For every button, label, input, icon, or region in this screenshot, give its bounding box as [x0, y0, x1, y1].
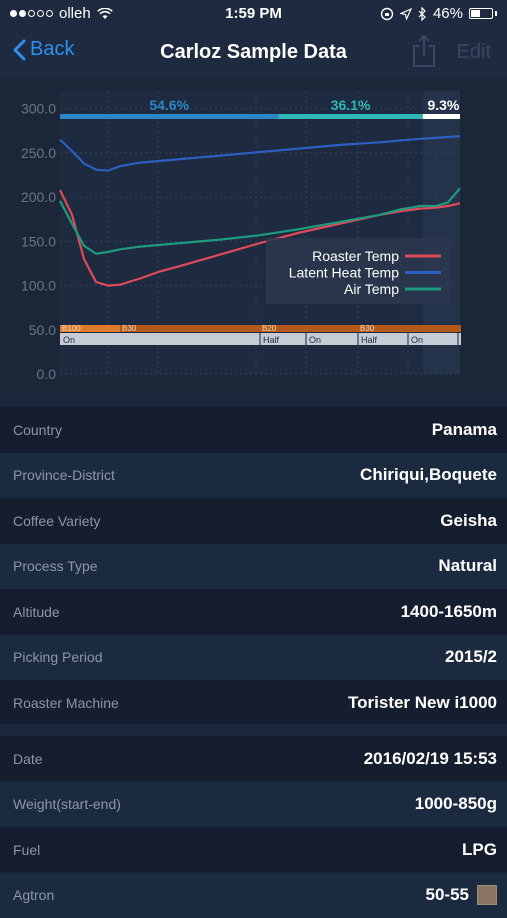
info-value-wrap: Natural [438, 556, 497, 576]
section-divider [0, 395, 507, 407]
info-row: Altitude 1400-1650m [0, 589, 507, 634]
info-value: 1400-1650m [400, 601, 497, 621]
y-tick-label: 250.0 [21, 145, 56, 161]
info-row: Fuel LPG [0, 827, 507, 872]
info-value: 1000-850g [414, 794, 497, 813]
phase-segment [278, 114, 423, 119]
control-tracks: B100 B30 B20 B30 On Half On Half On C [60, 324, 468, 345]
burner-label: B100 [62, 324, 81, 333]
info-label: Altitude [13, 603, 60, 620]
info-row: Roaster Machine Torister New i1000 [0, 680, 507, 725]
legend-label: Air Temp [344, 281, 399, 297]
edit-button[interactable]: Edit [457, 41, 491, 64]
y-tick-label: 0.0 [37, 366, 57, 382]
location-icon [399, 7, 412, 20]
info-value-wrap: 2016/02/19 15:53 [364, 749, 497, 769]
info-row: Coffee Variety Geisha [0, 498, 507, 543]
legend-label: Roaster Temp [312, 248, 399, 264]
bluetooth-icon [418, 6, 426, 21]
info-label: Picking Period [13, 649, 103, 665]
y-tick-label: 150.0 [21, 233, 56, 249]
y-tick-label: 300.0 [21, 101, 56, 117]
battery-icon [469, 8, 493, 19]
damper-label: On [309, 335, 321, 345]
burner-track [60, 325, 461, 332]
damper-label: C [461, 335, 468, 345]
info-label: Weight(start-end) [13, 796, 121, 812]
info-row: Date 2016/02/19 15:53 [0, 736, 507, 781]
info-label: Coffee Variety [13, 512, 101, 529]
chart-legend: Roaster TempLatent Heat TempAir Temp [266, 238, 451, 304]
info-label: Province-District [13, 467, 115, 483]
info-row: Province-District Chiriqui,Boquete [0, 452, 507, 498]
info-row: Picking Period 2015/2 [0, 634, 507, 680]
burner-label: B30 [360, 324, 375, 333]
burner-label: B20 [262, 324, 277, 333]
info-label: Country [13, 421, 63, 438]
rotation-lock-icon [380, 7, 394, 20]
battery-percent: 46% [432, 5, 463, 22]
info-value-wrap: Torister New i1000 [348, 693, 497, 713]
share-icon [413, 34, 435, 67]
status-right: 46% [380, 5, 497, 22]
section-divider [0, 724, 507, 736]
agtron-color-swatch [477, 885, 497, 905]
share-button[interactable] [411, 34, 437, 73]
info-label: Process Type [13, 558, 98, 574]
info-value-wrap: 1400-1650m [401, 602, 497, 622]
info-value: LPG [462, 839, 497, 859]
y-tick-label: 200.0 [21, 189, 56, 205]
battery-tip [495, 11, 497, 16]
info-value-wrap: LPG [462, 840, 497, 860]
battery-level [471, 10, 481, 17]
roast-profile-chart: 300.0 250.0 200.0 150.0 100.0 50.0 0.0 54.6% 36… [0, 78, 507, 395]
y-axis-ticks: 300.0 250.0 200.0 150.0 100.0 50.0 0.0 [21, 101, 56, 382]
legend-label: Latent Heat Temp [289, 265, 399, 281]
info-value: Torister New i1000 [348, 692, 497, 712]
info-value-wrap: 1000-850g [415, 794, 497, 814]
info-value: 50-55 [425, 885, 469, 904]
phase-label: 54.6% [149, 97, 189, 113]
damper-label: On [63, 335, 75, 345]
info-label: Fuel [13, 841, 41, 858]
y-tick-label: 50.0 [29, 322, 56, 338]
phase-segment [422, 114, 460, 119]
info-label: Date [13, 750, 43, 767]
info-value: Chiriqui,Boquete [360, 465, 497, 484]
info-row: Weight(start-end) 1000-850g [0, 781, 507, 827]
info-value-wrap: Chiriqui,Boquete [360, 465, 497, 485]
info-value: 2015/2 [445, 647, 497, 666]
info-row: Agtron 50-55 [0, 872, 507, 918]
chart-svg: 300.0 250.0 200.0 150.0 100.0 50.0 0.0 54.6% 36… [21, 91, 468, 382]
info-label: Roaster Machine [13, 694, 119, 711]
status-bar: olleh 1:59 PM 46% [0, 0, 507, 28]
info-value-wrap: 2015/2 [445, 647, 497, 667]
y-tick-label: 100.0 [21, 278, 56, 294]
info-value-wrap: 50-55 [426, 885, 497, 905]
info-value: Geisha [440, 510, 497, 530]
navigation-bar: Back Carloz Sample Data Edit [0, 28, 507, 78]
info-value: Panama [431, 419, 497, 439]
info-row: Process Type Natural [0, 543, 507, 589]
burner-label: B30 [122, 324, 137, 333]
info-value: Natural [438, 556, 497, 575]
phase-label: 9.3% [427, 97, 459, 113]
info-row: Country Panama [0, 407, 507, 452]
phase-label: 36.1% [331, 97, 371, 113]
phase-segment [60, 114, 279, 119]
info-value-wrap: Panama [432, 420, 497, 440]
info-value: 2016/02/19 15:53 [363, 748, 497, 768]
damper-label: Half [263, 335, 280, 345]
damper-label: Half [361, 335, 378, 345]
damper-label: On [411, 335, 423, 345]
info-label: Agtron [13, 887, 55, 903]
info-value-wrap: Geisha [440, 511, 497, 531]
